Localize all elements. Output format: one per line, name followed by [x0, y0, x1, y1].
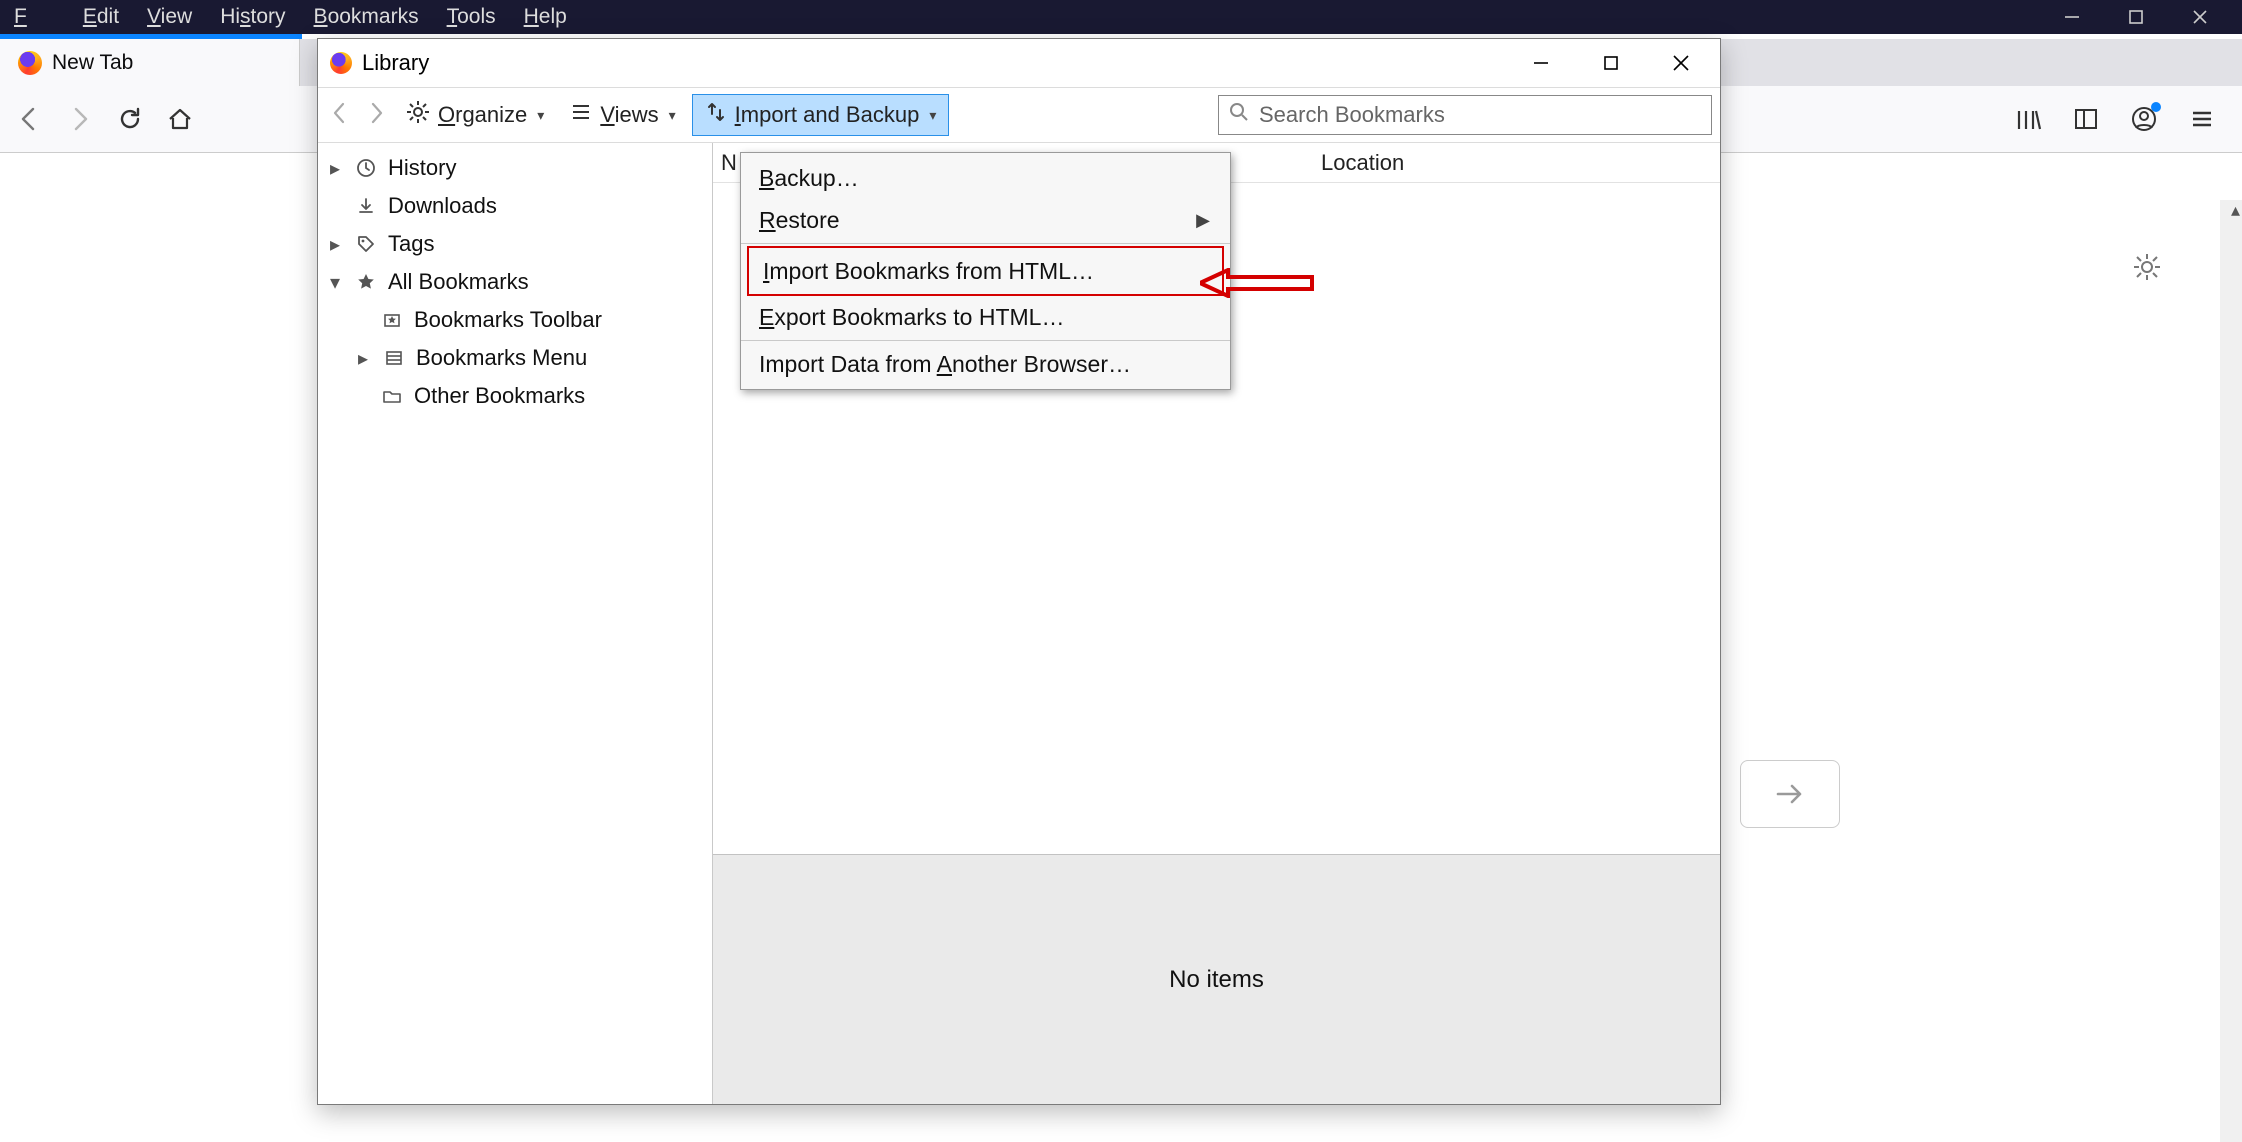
- notification-dot-icon: [2151, 102, 2161, 112]
- menu-import-html[interactable]: Import Bookmarks from HTML…: [757, 250, 1214, 292]
- library-details-pane: No items: [713, 854, 1720, 1104]
- import-backup-menu: Backup… Restore▶ Import Bookmarks from H…: [740, 152, 1231, 390]
- forward-button[interactable]: [64, 103, 96, 135]
- bookmarks-menu-icon: [382, 348, 406, 368]
- menu-restore[interactable]: Restore▶: [741, 199, 1230, 241]
- menu-hamburger-icon[interactable]: [2186, 103, 2218, 135]
- library-title: Library: [362, 50, 429, 76]
- tag-icon: [354, 234, 378, 254]
- list-icon: [570, 101, 592, 129]
- gear-icon: [406, 100, 430, 130]
- annotation-arrow-icon: [1200, 268, 1316, 296]
- no-items-label: No items: [1169, 966, 1264, 994]
- tree-label: Bookmarks Toolbar: [414, 307, 602, 333]
- expand-icon[interactable]: ▸: [326, 156, 344, 181]
- scroll-up-icon[interactable]: ▴: [2231, 200, 2240, 221]
- organize-button[interactable]: Organize▾: [396, 96, 554, 134]
- clock-icon: [354, 158, 378, 178]
- reload-button[interactable]: [114, 103, 146, 135]
- search-icon: [1229, 102, 1249, 128]
- tree-bookmarks-toolbar[interactable]: Bookmarks Toolbar: [318, 301, 712, 339]
- tree-all-bookmarks[interactable]: ▾ All Bookmarks: [318, 263, 712, 301]
- tree-label: Other Bookmarks: [414, 383, 585, 409]
- import-export-icon: [705, 101, 727, 129]
- menu-import-other-browser[interactable]: Import Data from Another Browser…: [741, 343, 1230, 385]
- tab-new-tab[interactable]: New Tab: [0, 39, 300, 86]
- tree-tags[interactable]: ▸ Tags: [318, 225, 712, 263]
- menu-edit[interactable]: Edit: [69, 1, 133, 33]
- library-maximize-button[interactable]: [1576, 41, 1646, 85]
- views-button[interactable]: Views▾: [560, 97, 685, 133]
- go-arrow-button[interactable]: [1740, 760, 1840, 828]
- library-toolbar: Organize▾ Views▾ Import and Backup▾ Sear…: [318, 87, 1720, 143]
- library-search-input[interactable]: Search Bookmarks: [1218, 95, 1712, 135]
- tree-label: Bookmarks Menu: [416, 345, 587, 371]
- expand-icon[interactable]: ▸: [326, 232, 344, 257]
- column-location[interactable]: Location: [1313, 150, 1404, 176]
- tree-label: All Bookmarks: [388, 269, 529, 295]
- tree-other-bookmarks[interactable]: Other Bookmarks: [318, 377, 712, 415]
- star-outline-icon: [380, 310, 404, 330]
- annotation-highlight: Import Bookmarks from HTML…: [747, 246, 1224, 296]
- tree-label: Tags: [388, 231, 434, 257]
- page-scrollbar[interactable]: [2220, 200, 2242, 1142]
- library-titlebar[interactable]: Library: [318, 39, 1720, 87]
- library-forward-button[interactable]: [362, 99, 390, 132]
- firefox-logo-icon: [330, 52, 352, 74]
- expand-icon[interactable]: ▸: [354, 346, 372, 371]
- library-back-button[interactable]: [326, 99, 354, 132]
- tab-title: New Tab: [52, 51, 133, 75]
- search-placeholder: Search Bookmarks: [1259, 102, 1445, 128]
- tree-bookmarks-menu[interactable]: ▸ Bookmarks Menu: [318, 339, 712, 377]
- browser-minimize-icon[interactable]: [2060, 5, 2084, 29]
- folder-icon: [380, 386, 404, 406]
- library-icon[interactable]: [2012, 103, 2044, 135]
- menu-bookmarks[interactable]: Bookmarks: [300, 1, 433, 33]
- star-filled-icon: [354, 272, 378, 292]
- library-close-button[interactable]: [1646, 41, 1716, 85]
- home-button[interactable]: [164, 103, 196, 135]
- tree-downloads[interactable]: Downloads: [318, 187, 712, 225]
- firefox-logo-icon: [18, 51, 42, 75]
- menu-backup[interactable]: Backup…: [741, 157, 1230, 199]
- import-backup-button[interactable]: Import and Backup▾: [692, 94, 950, 136]
- menu-tools[interactable]: Tools: [433, 1, 510, 33]
- tree-label: Downloads: [388, 193, 497, 219]
- menu-history[interactable]: History: [206, 1, 299, 33]
- library-sidebar: ▸ History Downloads ▸ Tags ▾ All Bookmar…: [318, 143, 713, 1104]
- download-icon: [354, 196, 378, 216]
- menu-separator: [741, 340, 1230, 341]
- menu-file[interactable]: F: [0, 1, 69, 33]
- sidebar-icon[interactable]: [2070, 103, 2102, 135]
- menu-help[interactable]: Help: [510, 1, 581, 33]
- newtab-settings-icon[interactable]: [2132, 252, 2162, 287]
- menu-export-html[interactable]: Export Bookmarks to HTML…: [741, 296, 1230, 338]
- menu-separator: [741, 243, 1230, 244]
- library-minimize-button[interactable]: [1506, 41, 1576, 85]
- tree-history[interactable]: ▸ History: [318, 149, 712, 187]
- browser-close-icon[interactable]: [2188, 5, 2212, 29]
- account-icon[interactable]: [2128, 103, 2160, 135]
- browser-maximize-icon[interactable]: [2124, 5, 2148, 29]
- tree-label: History: [388, 155, 456, 181]
- menu-view[interactable]: View: [133, 1, 206, 33]
- collapse-icon[interactable]: ▾: [326, 270, 344, 295]
- back-button[interactable]: [14, 103, 46, 135]
- submenu-arrow-icon: ▶: [1196, 210, 1210, 231]
- menubar: F Edit View History Bookmarks Tools Help: [0, 0, 2242, 34]
